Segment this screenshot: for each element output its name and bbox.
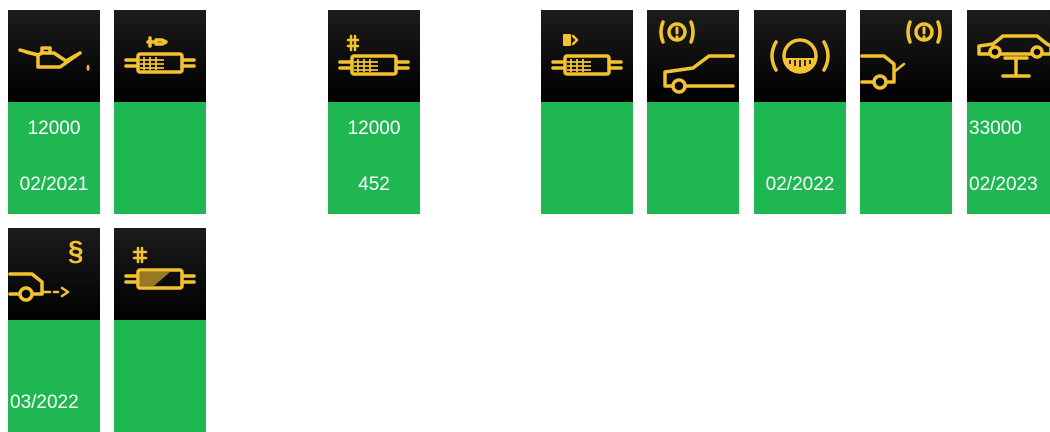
due-date-value: 02/2021 — [19, 174, 89, 195]
service-tile-particulate-filter[interactable] — [114, 10, 206, 214]
exhaust-inspection-icon: § — [8, 235, 84, 302]
service-tile-exhaust[interactable]: § 03/2022 — [8, 228, 100, 432]
status-panel — [114, 102, 206, 214]
brake-pad-warning-icon — [770, 38, 830, 74]
status-panel — [541, 102, 633, 214]
service-tile-brake-rear[interactable] — [860, 10, 952, 214]
icon-box — [114, 228, 206, 320]
oil-can-icon — [18, 46, 90, 71]
status-panel — [860, 102, 952, 214]
particulate-filter-hash-icon — [338, 34, 410, 76]
brake-warning-car-front-icon — [659, 20, 735, 94]
status-panel — [647, 102, 739, 214]
service-tile-inspection[interactable]: 33000 02/2023 — [967, 10, 1050, 214]
mileage-value: 12000 — [27, 118, 81, 139]
fuel-filter-icon — [551, 34, 623, 76]
icon-box: § — [8, 228, 100, 320]
due-date-value: 03/2022 — [10, 392, 79, 413]
status-panel — [114, 320, 206, 432]
icon-box — [754, 10, 846, 102]
service-tile-filter-load[interactable] — [114, 228, 206, 432]
filter-loaded-icon — [124, 246, 196, 290]
brake-warning-car-rear-icon — [860, 20, 942, 90]
particulate-filter-plug-icon — [124, 36, 196, 74]
icon-box — [647, 10, 739, 102]
icon-box — [541, 10, 633, 102]
service-tile-particulate-filter-hash[interactable]: 12000 452 — [328, 10, 420, 214]
car-lift-service-icon — [977, 34, 1050, 78]
icon-box — [860, 10, 952, 102]
mileage-value: 33000 — [969, 118, 1022, 139]
icon-box — [328, 10, 420, 102]
service-tile-fuel-filter[interactable] — [541, 10, 633, 214]
due-date-value: 02/2022 — [765, 174, 835, 195]
service-tile-brake-front[interactable] — [647, 10, 739, 214]
icon-box — [967, 10, 1050, 102]
icon-box — [8, 10, 100, 102]
status-panel: 03/2022 — [8, 320, 100, 432]
counter-value: 452 — [358, 174, 390, 195]
status-panel: 12000 452 — [328, 102, 420, 214]
status-panel: 12000 02/2021 — [8, 102, 100, 214]
icon-box — [114, 10, 206, 102]
due-date-value: 02/2023 — [969, 174, 1038, 195]
mileage-value: 12000 — [347, 118, 401, 139]
service-tile-oil[interactable]: 12000 02/2021 — [8, 10, 100, 214]
svg-text:§: § — [68, 235, 84, 266]
service-tile-brake-pad[interactable]: 02/2022 — [754, 10, 846, 214]
status-panel: 02/2022 — [754, 102, 846, 214]
status-panel: 33000 02/2023 — [967, 102, 1050, 214]
